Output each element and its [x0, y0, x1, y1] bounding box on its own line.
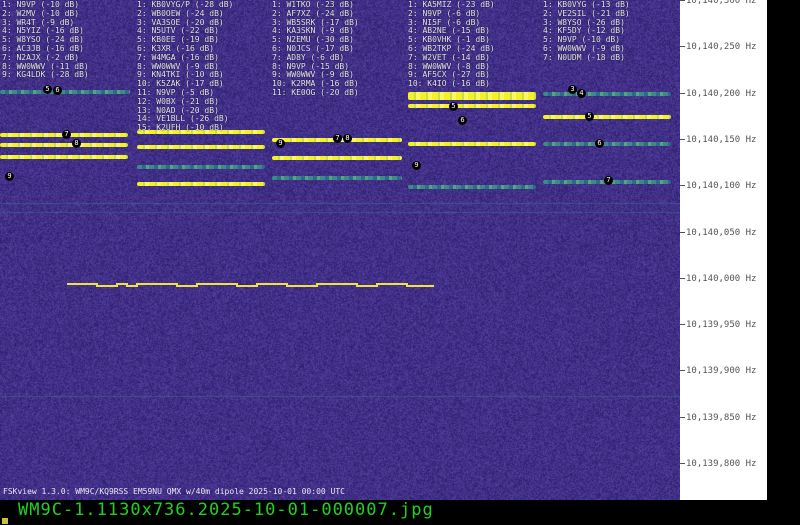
marker: 6 — [458, 116, 467, 125]
signal-band — [408, 185, 536, 189]
decode-entry: 11: KE0OG (-20 dB) — [272, 89, 359, 98]
status-footer: FSKview 1.3.0: WM9C/KQ9RSS EM59NU QMX w/… — [3, 487, 345, 496]
decode-entry: 9: KG4LDK (-28 dB) — [2, 71, 89, 80]
marker: 5 — [585, 112, 594, 121]
decode-entry: 10: K4IO (-16 dB) — [408, 80, 495, 89]
marker: 7 — [604, 176, 613, 185]
marker: 4 — [577, 89, 586, 98]
marker: 9 — [412, 161, 421, 170]
signal-band — [0, 90, 130, 94]
marker: 8 — [343, 134, 352, 143]
signal-band — [0, 155, 128, 159]
axis-tick-label: 10,139,850 Hz — [680, 413, 756, 423]
marker: 8 — [72, 139, 81, 148]
marker: 6 — [595, 139, 604, 148]
terminal-cursor — [2, 518, 8, 524]
marker: 5 — [449, 102, 458, 111]
signal-band — [543, 92, 671, 96]
decode-list-2: 1: KB0VYG/P (-28 dB) 2: WB0OEW (-24 dB) 3:… — [137, 1, 233, 133]
marker: 9 — [276, 139, 285, 148]
signal-band — [137, 165, 265, 169]
decode-list-1: 1: N9VP (-10 dB) 2: W2MV (-10 dB) 3: WR4T … — [2, 1, 89, 80]
spectrogram: 5 6 7 8 9 7 8 9 6 5 9 3 4 5 6 7 1: N9VP … — [0, 0, 680, 500]
marker: 6 — [53, 86, 62, 95]
signal-band — [272, 156, 402, 160]
marker: 7 — [62, 130, 71, 139]
axis-tick-label: 10,140,000 Hz — [680, 274, 756, 284]
decode-entry: 15: K2UFH (-10 dB) — [137, 124, 233, 133]
axis-tick-label: 10,140,100 Hz — [680, 181, 756, 191]
axis-tick-label: 10,140,250 Hz — [680, 42, 756, 52]
signal-band — [272, 176, 402, 180]
axis-tick-label: 10,140,200 Hz — [680, 89, 756, 99]
decode-entry: 7: N0UDM (-18 dB) — [543, 54, 630, 63]
decode-list-4: 1: KA5MIZ (-23 dB) 2: N9VP (-6 dB) 3: NI5F… — [408, 1, 495, 89]
signal-band — [137, 145, 265, 149]
axis-tick-label: 10,139,950 Hz — [680, 320, 756, 330]
signal-band — [0, 143, 128, 147]
signal-trace — [67, 282, 434, 288]
decode-list-3: 1: W1TKO (-23 dB) 2: AF7XZ (-24 dB) 3: WB5… — [272, 1, 359, 98]
right-margin — [767, 0, 800, 500]
signal-band — [408, 142, 536, 146]
axis-tick-label: 10,140,300 Hz — [680, 0, 756, 6]
axis-tick-label: 10,139,800 Hz — [680, 459, 756, 469]
marker: 9 — [5, 172, 14, 181]
axis-tick-label: 10,140,050 Hz — [680, 228, 756, 238]
axis-tick-label: 10,139,900 Hz — [680, 366, 756, 376]
signal-band — [543, 142, 671, 146]
marker: 5 — [43, 85, 52, 94]
filename-title: WM9C-1.1130x736.2025-10-01-000007.jpg — [18, 500, 434, 520]
decode-list-5: 1: KB0VYG (-13 dB) 2: VE2SIL (-21 dB) 3: W… — [543, 1, 630, 63]
signal-band — [137, 182, 265, 186]
signal-band — [408, 92, 536, 100]
marker: 3 — [568, 85, 577, 94]
marker: 7 — [333, 134, 342, 143]
signal-band — [543, 115, 671, 119]
axis-tick-label: 10,140,150 Hz — [680, 135, 756, 145]
signal-band — [408, 104, 536, 108]
frequency-axis: 10,140,300 Hz 10,140,250 Hz 10,140,200 Hz 1… — [680, 0, 767, 500]
